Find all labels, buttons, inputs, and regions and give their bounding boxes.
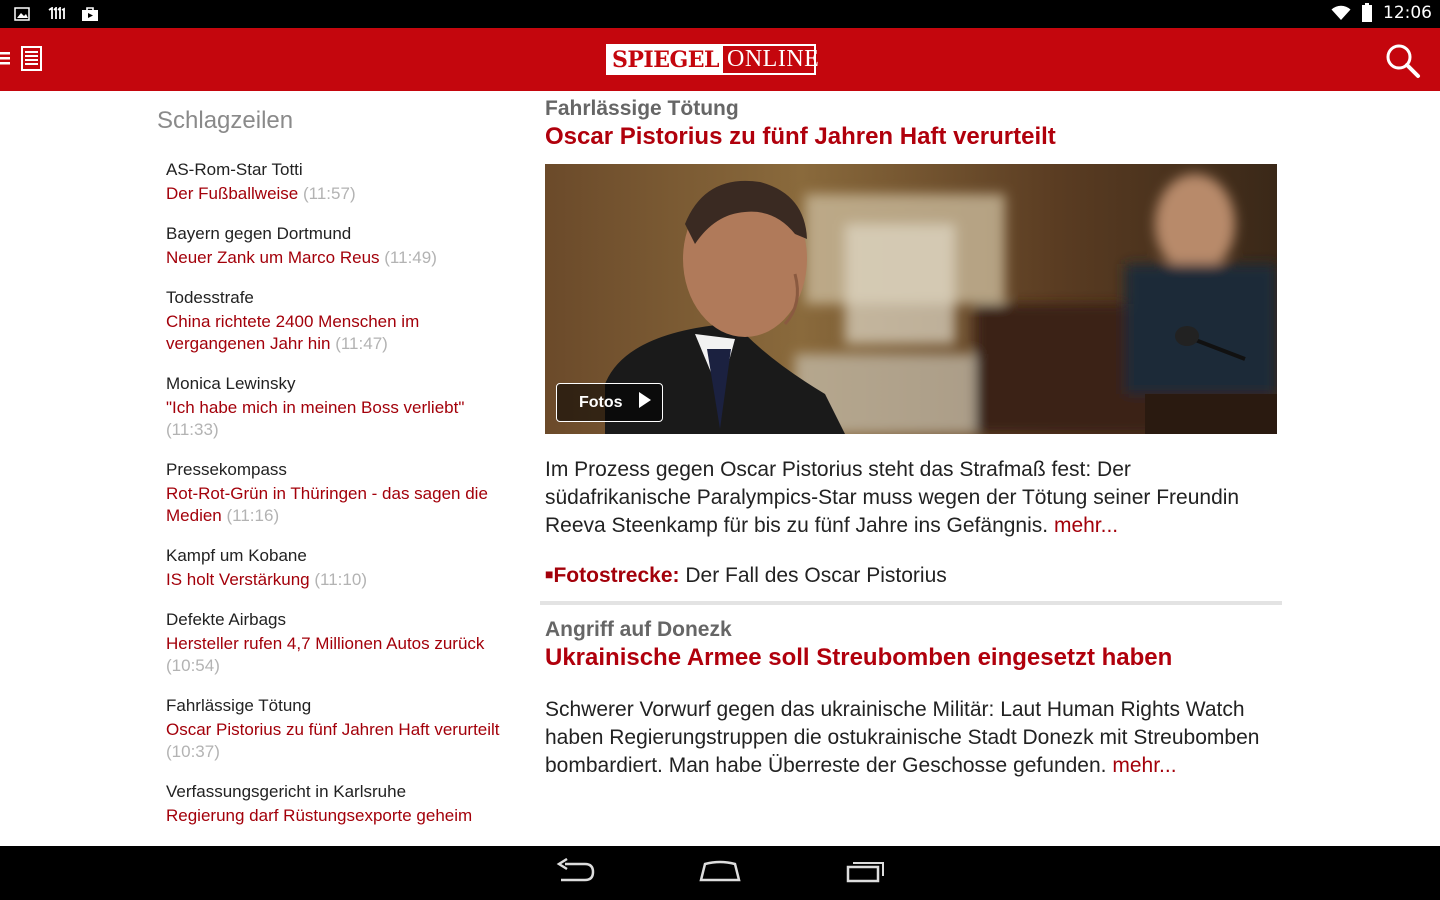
article1-more-link[interactable]: mehr... (1054, 514, 1118, 537)
headline-list: AS-Rom-Star Totti Der Fußballweise (11:5… (166, 159, 511, 845)
article-divider (540, 601, 1282, 605)
headline-item[interactable]: Fahrlässige Tötung Oscar Pistorius zu fü… (166, 695, 511, 763)
article2-more-link[interactable]: mehr... (1112, 754, 1176, 777)
headline-item[interactable]: Bayern gegen Dortmund Neuer Zank um Marc… (166, 223, 511, 269)
headline-kicker: Pressekompass (166, 460, 287, 479)
headline-link[interactable]: Neuer Zank um Marco Reus (11:49) (166, 247, 511, 269)
headline-link[interactable]: China richtete 2400 Menschen im vergange… (166, 311, 511, 355)
article-feed: Fahrlässige Tötung Oscar Pistorius zu fü… (540, 91, 1285, 846)
back-button[interactable] (551, 857, 601, 889)
article2-kicker: Angriff auf Donezk (545, 618, 732, 641)
article1-kicker: Fahrlässige Tötung (545, 97, 739, 120)
article2-teaser: Schwerer Vorwurf gegen das ukrainische M… (545, 698, 1260, 777)
headline-time: (11:49) (384, 248, 437, 267)
headline-link[interactable]: Der Fußballweise (11:57) (166, 183, 511, 205)
menu-list-icon (0, 43, 46, 78)
headline-kicker: Fahrlässige Tötung (166, 696, 312, 715)
menu-button[interactable] (0, 42, 50, 78)
status-right: 12:06 (1331, 3, 1432, 23)
headline-kicker: Defekte Airbags (166, 610, 287, 629)
article2-title[interactable]: Ukrainische Armee soll Streubomben einge… (545, 644, 1172, 672)
article1-teaser: Im Prozess gegen Oscar Pistorius steht d… (545, 458, 1240, 537)
headline-link[interactable]: IS holt Verstärkung (11:10) (166, 569, 511, 591)
headline-item[interactable]: Verfassungsgericht in Karlsruhe Regierun… (166, 781, 511, 827)
gallery-icon (12, 4, 32, 24)
headline-time: (11:33) (166, 420, 219, 439)
logo-part-online: ONLINE (727, 46, 820, 72)
photos-button[interactable]: Fotos (556, 383, 663, 422)
gallery-link[interactable]: ■Fotostrecke: Der Fall des Oscar Pistori… (545, 564, 947, 588)
recent-apps-button[interactable] (840, 858, 890, 888)
headline-link[interactable]: Oscar Pistorius zu fünf Jahren Haft veru… (166, 719, 511, 763)
headline-link[interactable]: Regierung darf Rüstungsexporte geheim (166, 805, 511, 827)
headline-link[interactable]: Rot-Rot-Grün in Thüringen - das sagen di… (166, 483, 511, 527)
headline-link[interactable]: Hersteller rufen 4,7 Millionen Autos zur… (166, 633, 511, 677)
headline-item[interactable]: AS-Rom-Star Totti Der Fußballweise (11:5… (166, 159, 511, 205)
headline-kicker: Kampf um Kobane (166, 546, 307, 565)
article1-title[interactable]: Oscar Pistorius zu fünf Jahren Haft veru… (545, 123, 1056, 151)
headline-kicker: Bayern gegen Dortmund (166, 224, 352, 243)
gallery-text: Der Fall des Oscar Pistorius (685, 564, 947, 587)
headline-kicker: Monica Lewinsky (166, 374, 296, 393)
headline-time: (11:10) (314, 570, 367, 589)
headline-link[interactable]: "Ich habe mich in meinen Boss verliebt" … (166, 397, 511, 441)
headline-item[interactable]: Kampf um Kobane IS holt Verstärkung (11:… (166, 545, 511, 591)
headline-time: (11:16) (226, 506, 280, 525)
logo-part-spiegel: SPIEGEL (608, 46, 724, 73)
status-bar: 12:06 (0, 0, 1440, 28)
headline-item[interactable]: Pressekompass Rot-Rot-Grün in Thüringen … (166, 459, 511, 527)
home-icon (699, 858, 741, 889)
recent-apps-icon (844, 858, 886, 889)
back-icon (555, 857, 597, 889)
battery-icon (1357, 3, 1377, 23)
headline-item[interactable]: Monica Lewinsky "Ich habe mich in meinen… (166, 373, 511, 441)
play-icon (638, 392, 651, 413)
clock: 12:06 (1383, 3, 1432, 23)
news-app-icon (46, 4, 66, 24)
headline-kicker: Verfassungsgericht in Karlsruhe (166, 782, 407, 801)
headline-kicker: Todesstrafe (166, 288, 254, 307)
home-button[interactable] (695, 858, 745, 888)
search-icon (1384, 44, 1422, 84)
app-root: 12:06 SPIEGEL ONLINE Schlagzeilen AS-Rom… (0, 0, 1440, 900)
search-button[interactable] (1384, 42, 1422, 80)
system-nav-bar (0, 846, 1440, 900)
wifi-icon (1331, 3, 1351, 23)
headline-time: (11:57) (303, 184, 356, 203)
headlines-sidebar: Schlagzeilen AS-Rom-Star Totti Der Fußba… (0, 91, 520, 846)
store-bag-icon (80, 4, 100, 24)
headline-time: (10:54) (166, 656, 220, 675)
spiegel-online-logo: SPIEGEL ONLINE (606, 44, 819, 75)
headline-kicker: AS-Rom-Star Totti (166, 160, 303, 179)
article1-photo[interactable]: Fotos (545, 164, 1277, 434)
headline-time: (10:37) (166, 742, 220, 761)
status-left-icons (12, 4, 100, 24)
photos-button-label: Fotos (579, 393, 623, 411)
headline-item[interactable]: Defekte Airbags Hersteller rufen 4,7 Mil… (166, 609, 511, 677)
headline-item[interactable]: Todesstrafe China richtete 2400 Menschen… (166, 287, 511, 355)
sidebar-title: Schlagzeilen (157, 107, 294, 134)
app-bar: SPIEGEL ONLINE (0, 28, 1440, 91)
headline-time: (11:47) (335, 334, 388, 353)
gallery-label: Fotostrecke: (553, 564, 680, 587)
